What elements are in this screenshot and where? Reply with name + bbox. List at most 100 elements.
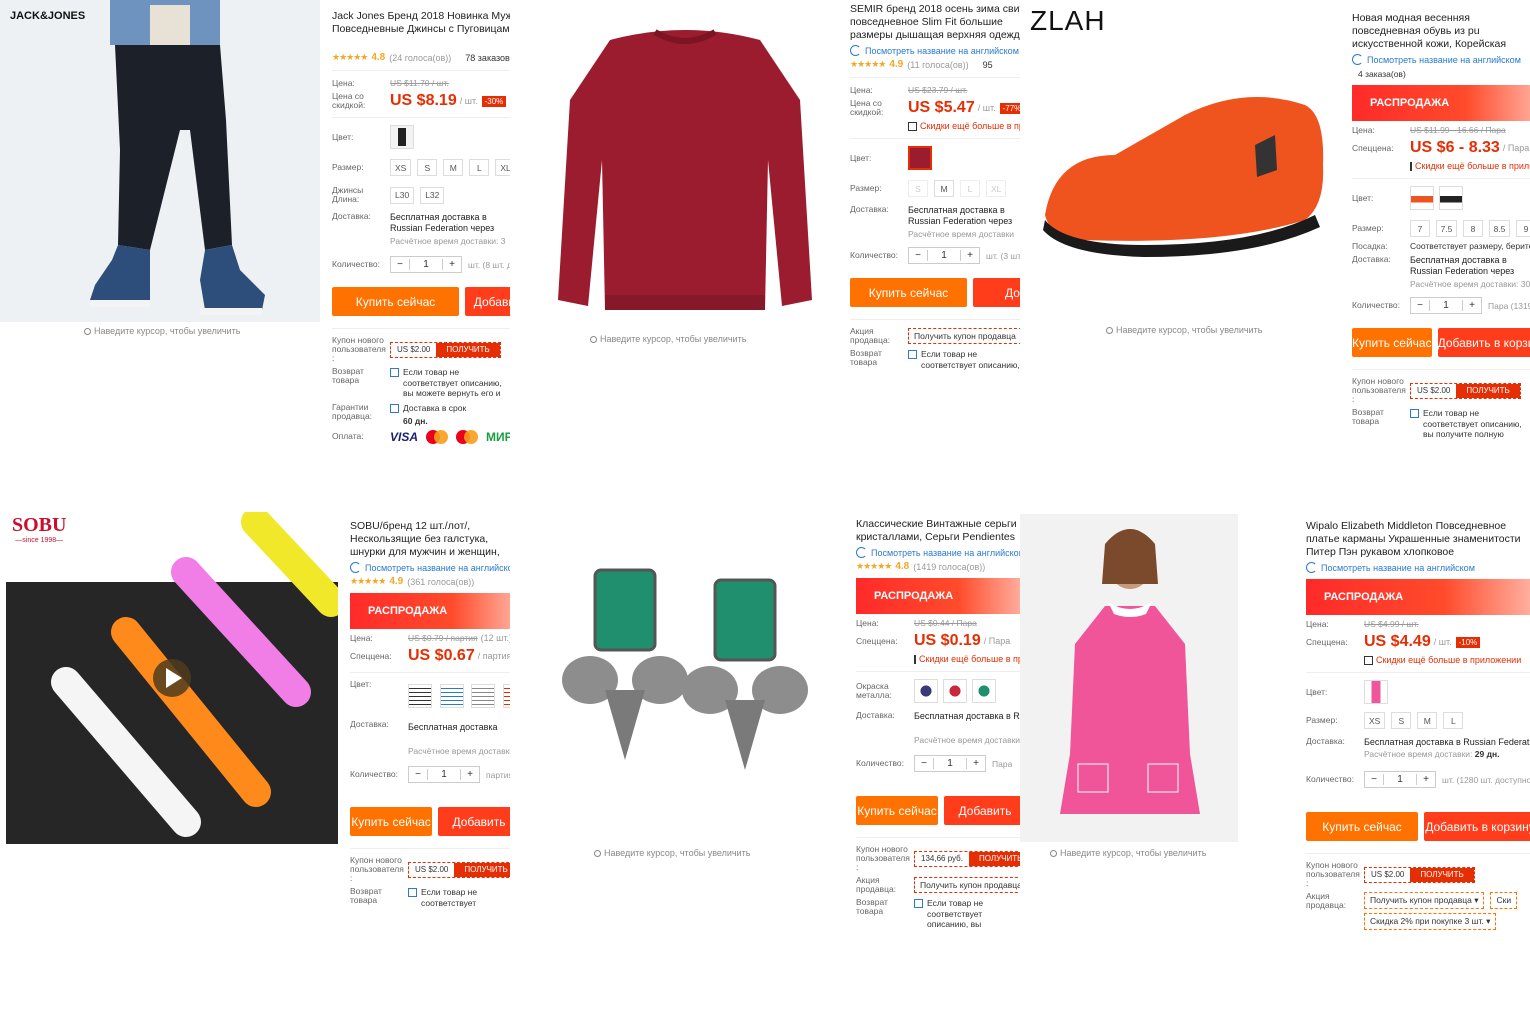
bulk-discount-button[interactable]: Скидка 2% при покупке 3 шт. ▾ xyxy=(1364,913,1497,930)
product-image-jeans[interactable]: JACK&JONES xyxy=(0,0,320,322)
plus-button[interactable]: + xyxy=(1417,774,1435,785)
seller-coupon-button[interactable]: Получить купон продавца ▾ xyxy=(1364,892,1485,909)
size-option[interactable]: L xyxy=(469,159,490,176)
votes-link[interactable]: (361 голоса(ов)) xyxy=(407,577,474,587)
new-user-coupon[interactable]: US $2.00 ПОЛУЧИТЬ xyxy=(1364,866,1475,883)
buy-now-button[interactable]: Купить сейчас xyxy=(850,278,967,307)
app-discount-link[interactable]: Скидки ещё больше в приложении xyxy=(908,121,1020,131)
quantity-value[interactable]: 1 xyxy=(409,259,443,270)
color-swatch-grey[interactable] xyxy=(471,684,496,708)
shipping-method[interactable]: Бесплатная доставка в Russian Federation… xyxy=(390,212,510,234)
new-user-coupon[interactable]: 134,66 руб. ПОЛУЧИТЬ xyxy=(914,850,1020,867)
seller-discount-button[interactable]: Ски xyxy=(1490,892,1518,909)
size-option[interactable]: XS xyxy=(390,159,412,176)
size-option[interactable]: S xyxy=(908,180,928,197)
length-option[interactable]: L32 xyxy=(420,186,445,204)
buy-now-button[interactable]: Купить сейчас xyxy=(350,807,432,836)
buy-now-button[interactable]: Купить сейчас xyxy=(332,287,459,316)
quantity-value[interactable]: 1 xyxy=(1383,774,1417,785)
shipping-method[interactable]: Бесплатная доставка в Russian Federation… xyxy=(908,205,1020,227)
size-option[interactable]: S xyxy=(417,159,438,176)
quantity-stepper[interactable]: −1 + xyxy=(390,256,462,273)
size-option[interactable]: L xyxy=(960,180,980,197)
shipping-method[interactable]: Бесплатная доставка в Russian Federation… xyxy=(1410,255,1530,277)
metal-swatch-blue[interactable] xyxy=(914,679,938,703)
metal-swatch-green[interactable] xyxy=(972,679,996,703)
size-option[interactable]: M xyxy=(443,159,464,176)
color-swatch-red[interactable] xyxy=(502,684,510,708)
translate-link[interactable]: Посмотреть название на английском xyxy=(856,547,1020,558)
get-coupon-button[interactable]: ПОЛУЧИТЬ xyxy=(436,342,500,357)
translate-link[interactable]: Посмотреть название на английском xyxy=(850,45,1020,56)
buy-now-button[interactable]: Купить сейчас xyxy=(1352,328,1432,357)
color-swatch-black[interactable] xyxy=(1439,186,1463,210)
votes-link[interactable]: (1419 голоса(ов)) xyxy=(913,562,985,572)
product-image-shoes[interactable]: ZLAH xyxy=(1025,5,1350,315)
plus-button[interactable]: + xyxy=(961,250,979,261)
get-coupon-button[interactable]: ПОЛУЧИТЬ xyxy=(1456,383,1520,398)
minus-button[interactable]: − xyxy=(391,259,409,270)
votes-link[interactable]: (11 голоса(ов)) xyxy=(907,60,968,70)
quantity-value[interactable]: 1 xyxy=(1429,300,1463,311)
add-to-cart-button[interactable]: Добавить xyxy=(438,807,510,836)
quantity-value[interactable]: 1 xyxy=(927,250,961,261)
size-option[interactable]: L xyxy=(1443,712,1464,729)
size-option[interactable]: 8 xyxy=(1463,220,1483,237)
add-to-cart-button[interactable]: Добавить в корзину xyxy=(1424,812,1530,841)
size-option[interactable]: XS xyxy=(1364,712,1386,729)
quantity-value[interactable]: 1 xyxy=(427,769,461,780)
buy-now-button[interactable]: Купить сейчас xyxy=(1306,812,1418,841)
votes-link[interactable]: (24 голоса(ов)) xyxy=(389,53,451,63)
size-option[interactable]: M xyxy=(1417,712,1438,729)
size-option[interactable]: 7 xyxy=(1410,220,1430,237)
plus-button[interactable]: + xyxy=(443,259,461,270)
get-coupon-button[interactable]: ПОЛУЧИТЬ xyxy=(968,851,1020,866)
quantity-stepper[interactable]: −1 + xyxy=(908,247,980,264)
quantity-value[interactable]: 1 xyxy=(933,758,967,769)
metal-swatch-red[interactable] xyxy=(943,679,967,703)
shipping-method[interactable]: Бесплатная доставка в Russian Federation xyxy=(1364,737,1530,747)
translate-link[interactable]: Посмотреть название на английском xyxy=(1352,54,1530,65)
product-image-earrings[interactable] xyxy=(520,520,840,850)
quantity-stepper[interactable]: −1 + xyxy=(408,766,480,783)
plus-button[interactable]: + xyxy=(967,758,985,769)
new-user-coupon[interactable]: US $2.00 ПОЛУЧИТЬ xyxy=(408,861,510,878)
seller-coupon-button[interactable]: Получить купон продавца xyxy=(908,328,1020,344)
color-swatch[interactable] xyxy=(1364,680,1388,704)
play-video-button[interactable] xyxy=(153,659,191,697)
translate-link[interactable]: Посмотреть название на английском xyxy=(350,562,510,573)
plus-button[interactable]: + xyxy=(461,769,479,780)
color-swatch-orange[interactable] xyxy=(1410,186,1434,210)
app-discount-link[interactable]: Скидки ещё больше в приложении xyxy=(1364,655,1530,665)
add-to-cart-button[interactable]: Добавить в корзину xyxy=(465,287,510,316)
size-option[interactable]: XL xyxy=(986,180,1007,197)
add-to-cart-button[interactable]: Добавить xyxy=(944,796,1020,825)
color-swatch-blue[interactable] xyxy=(439,684,464,708)
app-discount-link[interactable]: Скидки ещё больше в приложении xyxy=(914,654,1020,664)
plus-button[interactable]: + xyxy=(1463,300,1481,311)
minus-button[interactable]: − xyxy=(1365,774,1383,785)
new-user-coupon[interactable]: US $2.00 ПОЛУЧИТЬ xyxy=(390,341,501,358)
size-option[interactable]: XL xyxy=(495,159,510,176)
product-image-dress[interactable] xyxy=(1020,514,1238,842)
product-image-sweater[interactable] xyxy=(550,10,820,320)
shipping-method[interactable]: Бесплатная доставка xyxy=(408,722,510,732)
color-swatch-black[interactable] xyxy=(408,684,432,708)
get-coupon-button[interactable]: ПОЛУЧИТЬ xyxy=(1410,867,1474,882)
translate-link[interactable]: Посмотреть название на английском xyxy=(1306,562,1530,573)
size-option[interactable]: 7.5 xyxy=(1436,220,1457,237)
length-option[interactable]: L30 xyxy=(390,186,415,204)
add-to-cart-button[interactable]: Добавить в корзину xyxy=(1437,328,1530,357)
shipping-method[interactable]: Бесплатная доставка в Russian Federation xyxy=(914,711,1020,721)
quantity-stepper[interactable]: −1 + xyxy=(1410,297,1482,314)
quantity-stepper[interactable]: −1 + xyxy=(1364,771,1436,788)
minus-button[interactable]: − xyxy=(1411,300,1429,311)
app-discount-link[interactable]: Скидки ещё больше в приложении xyxy=(1410,161,1530,171)
new-user-coupon[interactable]: US $2.00 ПОЛУЧИТЬ xyxy=(1410,382,1521,399)
product-image-shoelaces[interactable]: SOBU —since 1998— xyxy=(6,512,338,844)
minus-button[interactable]: − xyxy=(909,250,927,261)
buy-now-button[interactable]: Купить сейчас xyxy=(856,796,938,825)
quantity-stepper[interactable]: −1 + xyxy=(914,755,986,772)
get-coupon-button[interactable]: ПОЛУЧИТЬ xyxy=(454,862,510,877)
size-option[interactable]: M xyxy=(934,180,954,197)
